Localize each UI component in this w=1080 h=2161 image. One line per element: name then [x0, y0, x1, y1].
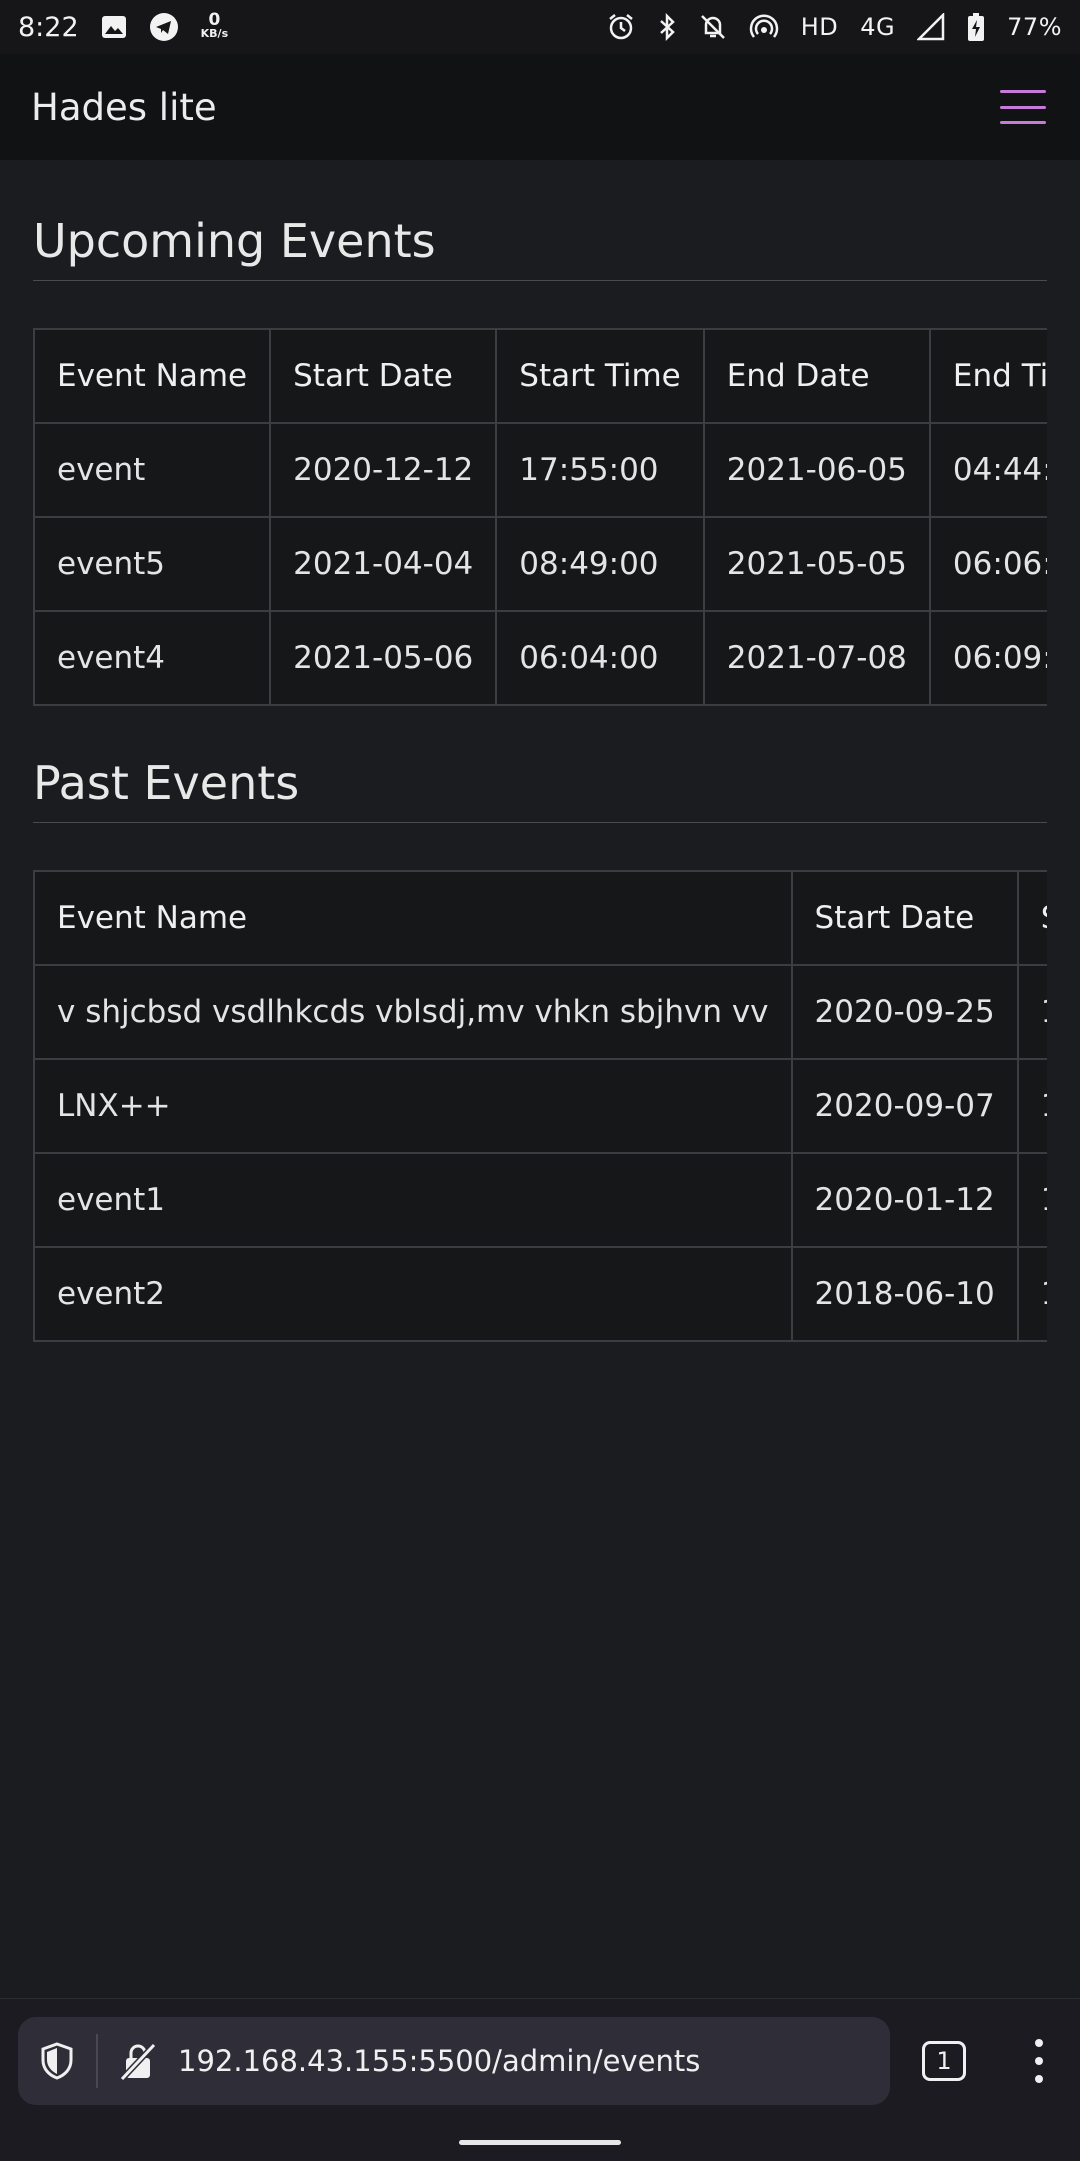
- image-icon: [101, 15, 127, 39]
- url-text[interactable]: 192.168.43.155:5500/admin/events: [178, 2044, 700, 2078]
- start-time-cell: 16:44:0(: [1016, 1058, 1047, 1154]
- column-header: End Date: [702, 328, 931, 424]
- start-time-cell: 15:33:0(: [1016, 1152, 1047, 1248]
- table-row: v shjcbsd vsdlhkcds vblsdj,mv vhkn sbjhv…: [33, 964, 1047, 1060]
- start-date-cell: 2021-05-06: [269, 610, 498, 706]
- table-row: event2 2018-06-10 18:09:0(: [33, 1246, 1047, 1342]
- upcoming-events-table-wrapper[interactable]: Event Name Start Date Start Time End Dat…: [33, 328, 1047, 706]
- start-date-cell: 2020-09-07: [790, 1058, 1019, 1154]
- column-header: Event Name: [33, 870, 793, 966]
- status-bar: 8:22 0 KB/s HD 4G 77%: [0, 0, 1080, 54]
- past-events-table: Event Name Start Date Start Ti v shjcbsd…: [33, 870, 1047, 1342]
- net-speed: 0 KB/s: [200, 10, 229, 41]
- network-type: 4G: [860, 13, 896, 41]
- table-row: event1 2020-01-12 15:33:0(: [33, 1152, 1047, 1248]
- net-speed-unit: KB/s: [200, 27, 229, 40]
- menu-dot: [1035, 2057, 1043, 2065]
- end-time-cell: 06:06:00: [928, 516, 1047, 612]
- battery-charging-icon: [967, 12, 985, 42]
- start-date-cell: 2018-06-10: [790, 1246, 1019, 1342]
- column-header: End Time: [928, 328, 1047, 424]
- event-name-cell: event5: [33, 516, 272, 612]
- end-date-cell: 2021-06-05: [702, 422, 931, 518]
- hotspot-icon: [749, 14, 779, 40]
- end-time-cell: 04:44:00: [928, 422, 1047, 518]
- past-events-title: Past Events: [33, 756, 1047, 823]
- home-indicator[interactable]: [459, 2140, 621, 2145]
- menu-dot: [1035, 2039, 1043, 2047]
- address-bar[interactable]: 192.168.43.155:5500/admin/events: [18, 2017, 890, 2105]
- alarm-icon: [607, 13, 635, 41]
- table-header-row: Event Name Start Date Start Time End Dat…: [33, 328, 1047, 424]
- tab-count: 1: [936, 2047, 952, 2075]
- table-row: event5 2021-04-04 08:49:00 2021-05-05 06…: [33, 516, 1047, 612]
- hamburger-icon[interactable]: [1000, 90, 1046, 124]
- app-navbar: Hades lite: [0, 54, 1080, 160]
- table-row: LNX++ 2020-09-07 16:44:0(: [33, 1058, 1047, 1154]
- event-name-cell: v shjcbsd vsdlhkcds vblsdj,mv vhkn sbjhv…: [33, 964, 793, 1060]
- upcoming-events-table: Event Name Start Date Start Time End Dat…: [33, 328, 1047, 706]
- start-date-cell: 2021-04-04: [269, 516, 498, 612]
- network-hd: HD: [800, 13, 839, 41]
- telegram-icon: [149, 12, 179, 42]
- more-menu-icon[interactable]: [1032, 2039, 1046, 2083]
- start-time-cell: 17:55:00: [495, 422, 705, 518]
- battery-level: 77%: [1007, 13, 1062, 41]
- column-header: Start Time: [495, 328, 705, 424]
- status-time: 8:22: [18, 11, 79, 43]
- table-header-row: Event Name Start Date Start Ti: [33, 870, 1047, 966]
- column-header: Start Date: [790, 870, 1019, 966]
- event-name-cell: event2: [33, 1246, 793, 1342]
- hamburger-line: [1000, 121, 1046, 124]
- table-row: event4 2021-05-06 06:04:00 2021-07-08 06…: [33, 610, 1047, 706]
- signal-icon: [917, 13, 945, 41]
- start-time-cell: 08:49:00: [495, 516, 705, 612]
- table-row: event 2020-12-12 17:55:00 2021-06-05 04:…: [33, 422, 1047, 518]
- event-name-cell: LNX++: [33, 1058, 793, 1154]
- event-name-cell: event: [33, 422, 272, 518]
- start-time-cell: 06:04:00: [495, 610, 705, 706]
- menu-dot: [1035, 2075, 1043, 2083]
- start-time-cell: 14:39:0(: [1016, 964, 1047, 1060]
- bell-off-icon: [699, 13, 727, 41]
- past-events-table-wrapper[interactable]: Event Name Start Date Start Ti v shjcbsd…: [33, 870, 1047, 1342]
- insecure-lock-icon[interactable]: [98, 2041, 178, 2081]
- column-header: Start Ti: [1016, 870, 1047, 966]
- event-name-cell: event1: [33, 1152, 793, 1248]
- start-date-cell: 2020-12-12: [269, 422, 498, 518]
- column-header: Event Name: [33, 328, 272, 424]
- start-date-cell: 2020-09-25: [790, 964, 1019, 1060]
- hamburger-line: [1000, 105, 1046, 109]
- event-name-cell: event4: [33, 610, 272, 706]
- main-content: Upcoming Events Event Name Start Date St…: [33, 160, 1047, 1342]
- start-time-cell: 18:09:0(: [1016, 1246, 1047, 1342]
- tabs-icon[interactable]: 1: [922, 2041, 966, 2081]
- shield-icon[interactable]: [18, 2042, 96, 2080]
- end-time-cell: 06:09:00: [928, 610, 1047, 706]
- browser-toolbar: 192.168.43.155:5500/admin/events 1: [0, 1998, 1080, 2161]
- start-date-cell: 2020-01-12: [790, 1152, 1019, 1248]
- net-speed-value: 0: [208, 10, 221, 30]
- end-date-cell: 2021-05-05: [702, 516, 931, 612]
- hamburger-line: [1000, 90, 1046, 93]
- end-date-cell: 2021-07-08: [702, 610, 931, 706]
- brand-title[interactable]: Hades lite: [31, 86, 217, 129]
- bluetooth-icon: [657, 13, 677, 41]
- upcoming-events-title: Upcoming Events: [33, 214, 1047, 281]
- column-header: Start Date: [269, 328, 498, 424]
